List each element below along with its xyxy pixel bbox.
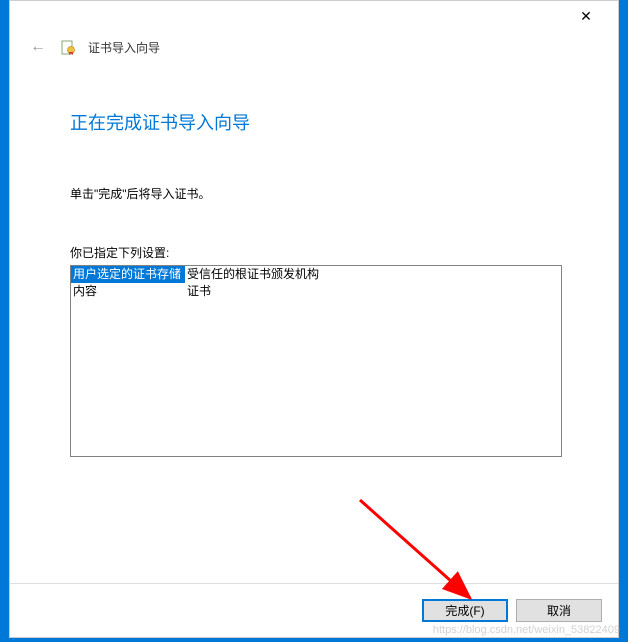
certificate-icon — [60, 39, 76, 55]
close-button[interactable]: ✕ — [566, 2, 606, 30]
titlebar: ✕ — [10, 1, 618, 31]
settings-label: 你已指定下列设置: — [70, 244, 562, 261]
cancel-button[interactable]: 取消 — [516, 599, 602, 622]
finish-button[interactable]: 完成(F) — [422, 599, 508, 622]
page-heading: 正在完成证书导入向导 — [70, 109, 562, 135]
setting-key: 用户选定的证书存储 — [71, 266, 185, 283]
setting-value: 证书 — [185, 283, 561, 300]
wizard-footer: 完成(F) 取消 — [10, 583, 618, 637]
table-row[interactable]: 内容 证书 — [71, 283, 561, 300]
setting-value: 受信任的根证书颁发机构 — [185, 266, 561, 283]
back-arrow-icon: ← — [30, 38, 46, 56]
instruction-text: 单击"完成"后将导入证书。 — [70, 185, 562, 202]
wizard-content: 正在完成证书导入向导 单击"完成"后将导入证书。 你已指定下列设置: 用户选定的… — [10, 63, 618, 583]
wizard-header: ← 证书导入向导 — [10, 31, 618, 63]
back-button[interactable]: ← — [28, 37, 48, 57]
setting-key: 内容 — [71, 283, 185, 300]
certificate-import-wizard-dialog: ✕ ← 证书导入向导 正在完成证书导入向导 单击"完成"后将导入证书。 你已指定… — [9, 0, 619, 638]
table-row[interactable]: 用户选定的证书存储 受信任的根证书颁发机构 — [71, 266, 561, 283]
wizard-title: 证书导入向导 — [88, 39, 160, 56]
settings-table[interactable]: 用户选定的证书存储 受信任的根证书颁发机构 内容 证书 — [70, 265, 562, 457]
close-icon: ✕ — [580, 8, 592, 25]
